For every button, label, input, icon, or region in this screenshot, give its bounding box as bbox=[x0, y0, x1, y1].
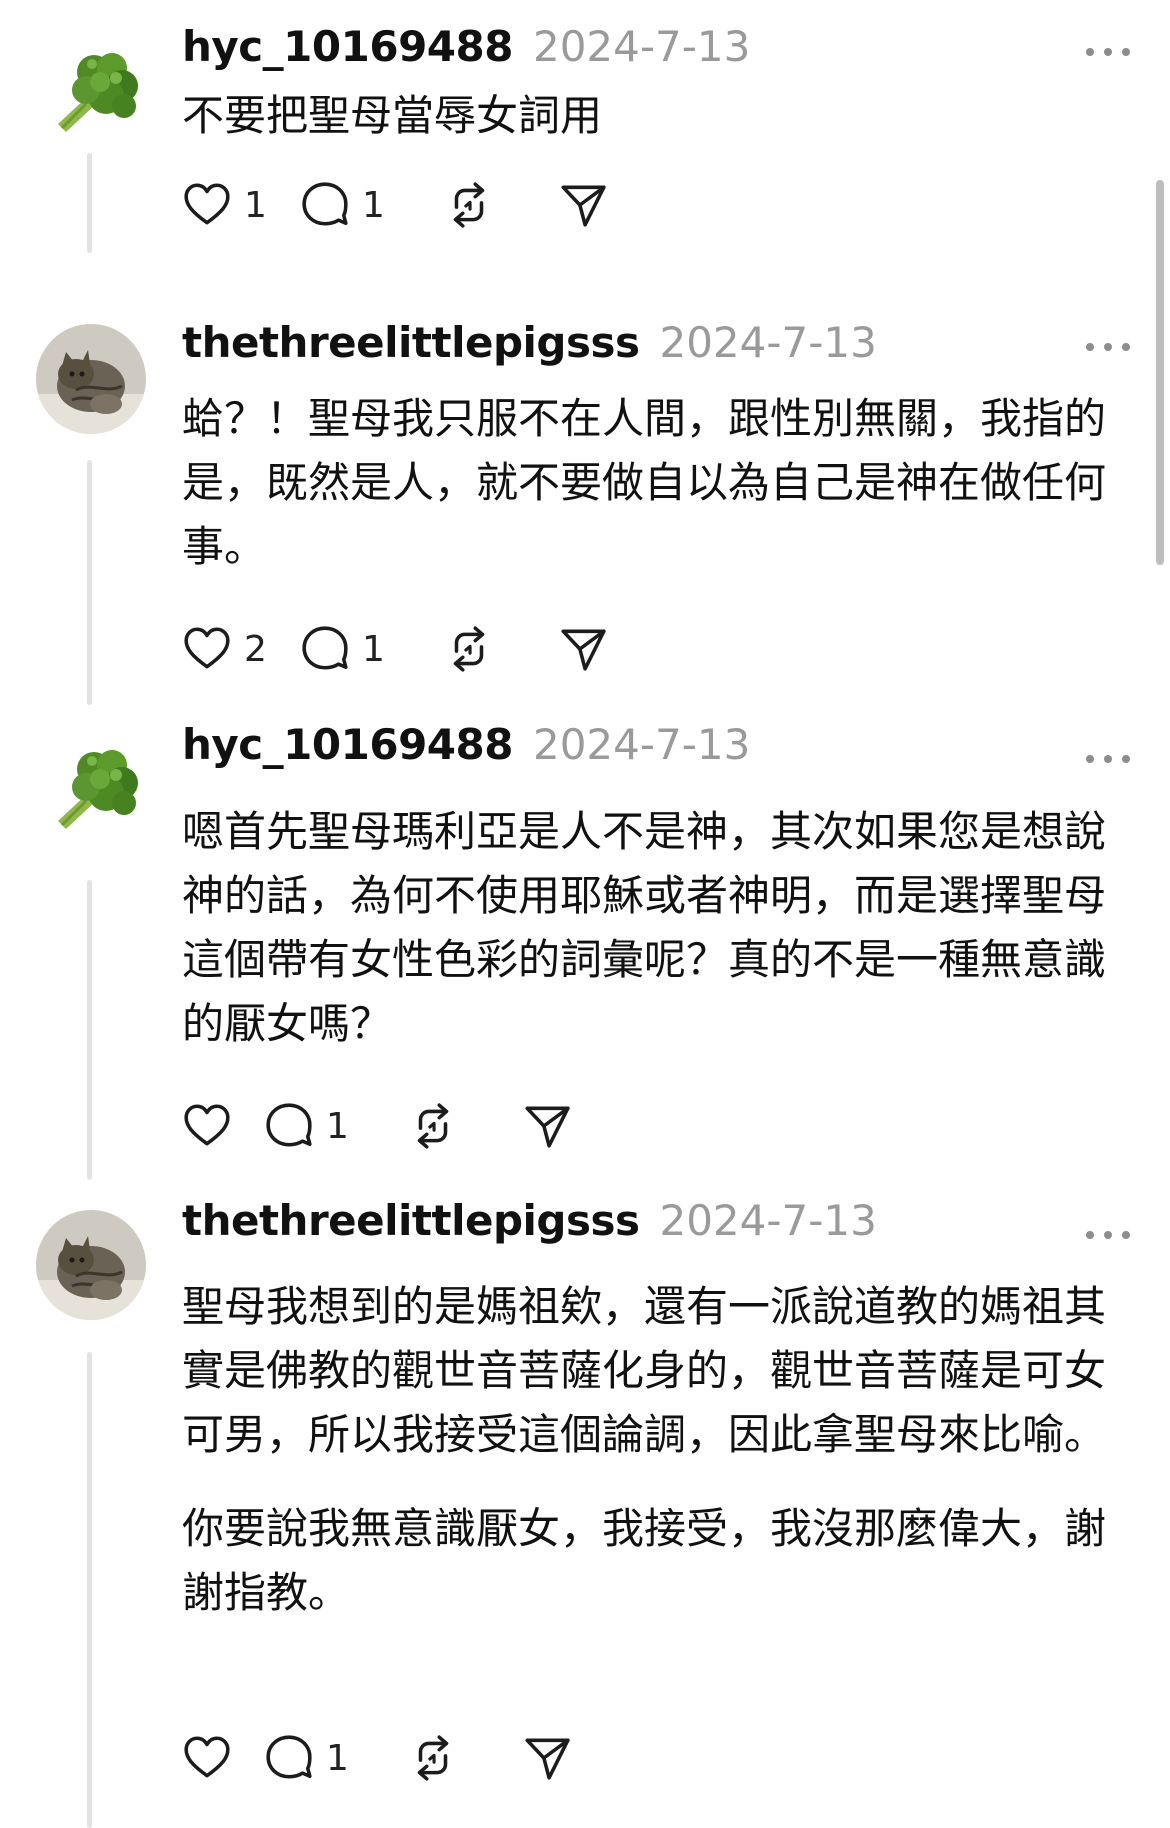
post-body: 蛤？！聖母我只服不在人間，跟性別無關，我指的是，既然是人，就不要做自以為自己是神… bbox=[182, 387, 1112, 579]
post-body: 聖母我想到的是媽祖欸，還有一派說道教的媽祖其實是佛教的觀世音菩薩化身的，觀世音菩… bbox=[182, 1275, 1112, 1625]
post-body: 嗯首先聖母瑪利亞是人不是神，其次如果您是想說神的話，為何不使用耶穌或者神明，而是… bbox=[182, 800, 1112, 1056]
like-button[interactable] bbox=[182, 1096, 244, 1156]
thread-connector-line bbox=[87, 153, 92, 253]
more-options-icon[interactable] bbox=[1086, 752, 1130, 766]
reply-button[interactable]: 1 bbox=[300, 175, 385, 235]
reply-button[interactable]: 1 bbox=[264, 1096, 349, 1156]
comment-icon bbox=[300, 624, 350, 674]
share-icon bbox=[558, 624, 608, 674]
repost-button[interactable] bbox=[444, 175, 494, 235]
username[interactable]: hyc_10169488 bbox=[182, 22, 513, 71]
share-button[interactable] bbox=[522, 1728, 572, 1788]
post-header: thethreelittlepigsss 2024-7-13 bbox=[182, 1196, 877, 1256]
post-date: 2024-7-13 bbox=[659, 318, 877, 367]
like-button[interactable]: 2 bbox=[182, 619, 267, 679]
heart-icon bbox=[182, 180, 232, 230]
repost-icon bbox=[444, 180, 494, 230]
post-header: hyc_10169488 2024-7-13 bbox=[182, 22, 750, 82]
username[interactable]: thethreelittlepigsss bbox=[182, 318, 640, 367]
post-paragraph: 聖母我想到的是媽祖欸，還有一派說道教的媽祖其實是佛教的觀世音菩薩化身的，觀世音菩… bbox=[182, 1282, 1107, 1459]
username[interactable]: hyc_10169488 bbox=[182, 720, 513, 769]
thread-connector-line bbox=[87, 1352, 92, 1828]
post-date: 2024-7-13 bbox=[659, 1196, 877, 1245]
like-button[interactable]: 1 bbox=[182, 175, 267, 235]
post-paragraph: 嗯首先聖母瑪利亞是人不是神，其次如果您是想說神的話，為何不使用耶穌或者神明，而是… bbox=[182, 807, 1107, 1048]
repost-icon bbox=[408, 1733, 458, 1783]
reply-count: 1 bbox=[326, 1737, 349, 1779]
repost-button[interactable] bbox=[408, 1096, 458, 1156]
post-header: hyc_10169488 2024-7-13 bbox=[182, 720, 750, 780]
post-paragraph: 你要說我無意識厭女，我接受，我沒那麼偉大，謝謝指教。 bbox=[182, 1504, 1107, 1617]
heart-icon bbox=[182, 1101, 232, 1151]
like-button[interactable] bbox=[182, 1728, 244, 1788]
post-paragraph: 不要把聖母當辱女詞用 bbox=[182, 91, 603, 140]
comment-icon bbox=[264, 1733, 314, 1783]
post-paragraph: 蛤？！聖母我只服不在人間，跟性別無關，我指的是，既然是人，就不要做自以為自己是神… bbox=[182, 394, 1107, 571]
repost-button[interactable] bbox=[444, 619, 494, 679]
broccoli-avatar[interactable] bbox=[36, 38, 146, 148]
cat-avatar[interactable] bbox=[36, 324, 146, 434]
more-options-icon[interactable] bbox=[1086, 1228, 1130, 1242]
like-count: 2 bbox=[244, 628, 267, 670]
repost-button[interactable] bbox=[408, 1728, 458, 1788]
post-date: 2024-7-13 bbox=[532, 720, 751, 769]
reply-button[interactable]: 1 bbox=[300, 619, 385, 679]
heart-icon bbox=[182, 1733, 232, 1783]
share-icon bbox=[558, 180, 608, 230]
broccoli-avatar[interactable] bbox=[36, 735, 146, 845]
post-header: thethreelittlepigsss 2024-7-13 bbox=[182, 318, 877, 378]
comment-icon bbox=[300, 180, 350, 230]
repost-icon bbox=[408, 1101, 458, 1151]
more-options-icon[interactable] bbox=[1086, 340, 1130, 354]
reply-thread: hyc_10169488 2024-7-13 不要把聖母當辱女詞用 1 1 th… bbox=[0, 0, 1170, 1828]
scrollbar[interactable] bbox=[1156, 180, 1164, 565]
reply-count: 1 bbox=[326, 1105, 349, 1147]
share-button[interactable] bbox=[558, 619, 608, 679]
repost-icon bbox=[444, 624, 494, 674]
reply-count: 1 bbox=[362, 628, 385, 670]
comment-icon bbox=[264, 1101, 314, 1151]
username[interactable]: thethreelittlepigsss bbox=[182, 1196, 640, 1245]
share-button[interactable] bbox=[522, 1096, 572, 1156]
cat-avatar[interactable] bbox=[36, 1210, 146, 1320]
post-date: 2024-7-13 bbox=[532, 22, 751, 71]
reply-button[interactable]: 1 bbox=[264, 1728, 349, 1788]
thread-connector-line bbox=[87, 880, 92, 1180]
share-icon bbox=[522, 1733, 572, 1783]
more-options-icon[interactable] bbox=[1086, 45, 1130, 59]
like-count: 1 bbox=[244, 184, 267, 226]
thread-connector-line bbox=[87, 460, 92, 705]
post-body: 不要把聖母當辱女詞用 bbox=[182, 84, 1112, 148]
share-icon bbox=[522, 1101, 572, 1151]
reply-count: 1 bbox=[362, 184, 385, 226]
heart-icon bbox=[182, 624, 232, 674]
share-button[interactable] bbox=[558, 175, 608, 235]
